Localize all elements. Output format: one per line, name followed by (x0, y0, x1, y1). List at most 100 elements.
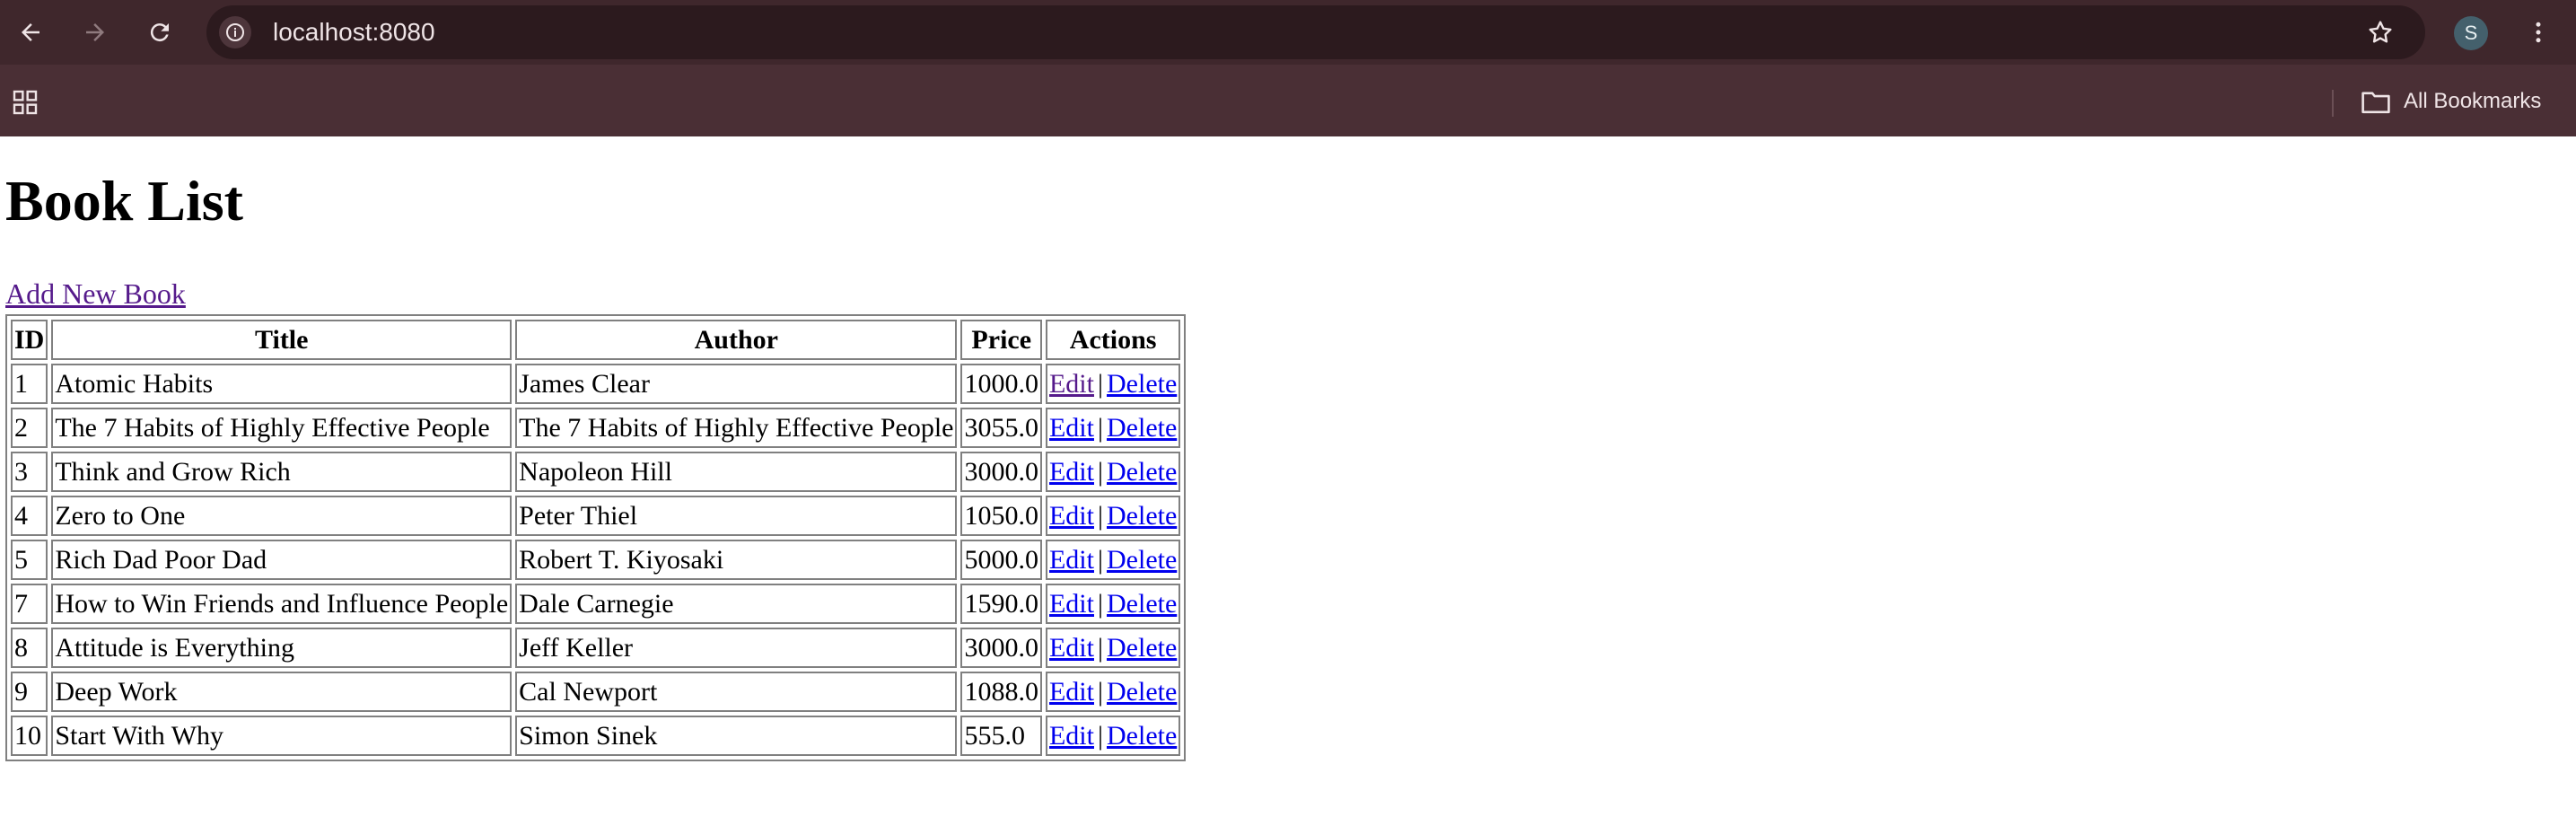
page-content: Book List Add New Book ID Title Author P… (0, 136, 2576, 817)
table-row: 3 Think and Grow Rich Napoleon Hill 3000… (11, 452, 1181, 492)
delete-link[interactable]: Delete (1107, 721, 1177, 751)
cell-author: Jeff Keller (515, 628, 958, 668)
table-row: 9 Deep Work Cal Newport 1088.0 Edit | Dele… (11, 672, 1181, 712)
header-id: ID (11, 320, 48, 360)
cell-author: The 7 Habits of Highly Effective People (515, 408, 958, 448)
cell-price: 555.0 (960, 716, 1042, 756)
menu-dots-icon (2536, 22, 2541, 43)
cell-id: 10 (11, 716, 48, 756)
action-separator: | (1097, 720, 1103, 751)
back-icon (22, 23, 39, 41)
cell-price: 1050.0 (960, 496, 1042, 536)
cell-actions: Edit | Delete (1045, 628, 1181, 668)
cell-actions: Edit | Delete (1045, 672, 1181, 712)
cell-title: Start With Why (51, 716, 513, 756)
cell-author: Simon Sinek (515, 716, 958, 756)
folder-icon (2361, 92, 2390, 114)
cell-id: 8 (11, 628, 48, 668)
cell-author: Dale Carnegie (515, 584, 958, 624)
table-row: 1 Atomic Habits James Clear 1000.0 Edit |… (11, 364, 1181, 404)
edit-link[interactable]: Edit (1049, 589, 1094, 619)
reload-icon (150, 23, 169, 42)
address-bar[interactable]: localhost:8080 (206, 5, 2425, 59)
delete-link[interactable]: Delete (1107, 677, 1177, 707)
cell-actions: Edit | Delete (1045, 584, 1181, 624)
table-row: 10 Start With Why Simon Sinek 555.0 Edit… (11, 716, 1181, 756)
action-separator: | (1097, 456, 1103, 487)
back-button[interactable] (13, 14, 48, 50)
cell-id: 2 (11, 408, 48, 448)
action-separator: | (1097, 632, 1103, 663)
site-info-button[interactable] (219, 16, 251, 48)
delete-link[interactable]: Delete (1107, 633, 1177, 663)
cell-author: James Clear (515, 364, 958, 404)
cell-actions: Edit | Delete (1045, 716, 1181, 756)
apps-button[interactable] (11, 88, 39, 117)
browser-menu-button[interactable] (2520, 14, 2556, 50)
cell-actions: Edit | Delete (1045, 364, 1181, 404)
cell-id: 1 (11, 364, 48, 404)
add-new-book-link[interactable]: Add New Book (5, 279, 186, 308)
browser-toolbar: localhost:8080 S (0, 0, 2576, 65)
delete-link[interactable]: Delete (1107, 589, 1177, 619)
cell-id: 9 (11, 672, 48, 712)
url-text[interactable]: localhost:8080 (273, 5, 435, 59)
cell-title: Attitude is Everything (51, 628, 513, 668)
edit-link[interactable]: Edit (1049, 413, 1094, 443)
action-separator: | (1097, 412, 1103, 443)
header-price: Price (960, 320, 1042, 360)
edit-link[interactable]: Edit (1049, 545, 1094, 575)
cell-title: Atomic Habits (51, 364, 513, 404)
cell-author: Robert T. Kiyosaki (515, 540, 958, 580)
cell-price: 1088.0 (960, 672, 1042, 712)
cell-price: 5000.0 (960, 540, 1042, 580)
page-title: Book List (5, 169, 243, 233)
table-row: 7 How to Win Friends and Influence Peopl… (11, 584, 1181, 624)
delete-link[interactable]: Delete (1107, 457, 1177, 487)
action-separator: | (1097, 500, 1103, 531)
cell-title: Deep Work (51, 672, 513, 712)
action-separator: | (1097, 544, 1103, 575)
cell-price: 1000.0 (960, 364, 1042, 404)
delete-link[interactable]: Delete (1107, 413, 1177, 443)
edit-link[interactable]: Edit (1049, 721, 1094, 751)
cell-id: 4 (11, 496, 48, 536)
reload-button[interactable] (142, 14, 178, 50)
edit-link[interactable]: Edit (1049, 457, 1094, 487)
delete-link[interactable]: Delete (1107, 501, 1177, 531)
bookmark-star-button[interactable] (2362, 14, 2398, 50)
header-author: Author (515, 320, 958, 360)
forward-button[interactable] (77, 14, 113, 50)
bookmarks-bar: All Bookmarks (0, 65, 2576, 136)
edit-link[interactable]: Edit (1049, 369, 1094, 399)
cell-title: Rich Dad Poor Dad (51, 540, 513, 580)
cell-actions: Edit | Delete (1045, 408, 1181, 448)
profile-avatar[interactable]: S (2454, 16, 2488, 50)
table-row: 4 Zero to One Peter Thiel 1050.0 Edit | De… (11, 496, 1181, 536)
cell-actions: Edit | Delete (1045, 540, 1181, 580)
cell-actions: Edit | Delete (1045, 452, 1181, 492)
all-bookmarks-label: All Bookmarks (2404, 89, 2542, 113)
action-separator: | (1097, 676, 1103, 707)
cell-title: Zero to One (51, 496, 513, 536)
cell-price: 3000.0 (960, 452, 1042, 492)
cell-author: Peter Thiel (515, 496, 958, 536)
edit-link[interactable]: Edit (1049, 677, 1094, 707)
header-actions: Actions (1045, 320, 1181, 360)
cell-price: 3000.0 (960, 628, 1042, 668)
edit-link[interactable]: Edit (1049, 633, 1094, 663)
cell-id: 5 (11, 540, 48, 580)
delete-link[interactable]: Delete (1107, 369, 1177, 399)
browser-chrome: localhost:8080 S All Bookmarks (0, 0, 2576, 136)
cell-title: The 7 Habits of Highly Effective People (51, 408, 513, 448)
all-bookmarks-button[interactable]: All Bookmarks (2361, 81, 2541, 122)
star-icon (2369, 21, 2392, 43)
edit-link[interactable]: Edit (1049, 501, 1094, 531)
table-header-row: ID Title Author Price Actions (11, 320, 1181, 360)
cell-id: 3 (11, 452, 48, 492)
cell-author: Napoleon Hill (515, 452, 958, 492)
delete-link[interactable]: Delete (1107, 545, 1177, 575)
action-separator: | (1097, 588, 1103, 619)
bookmarks-divider (2332, 90, 2334, 117)
table-row: 8 Attitude is Everything Jeff Keller 300… (11, 628, 1181, 668)
